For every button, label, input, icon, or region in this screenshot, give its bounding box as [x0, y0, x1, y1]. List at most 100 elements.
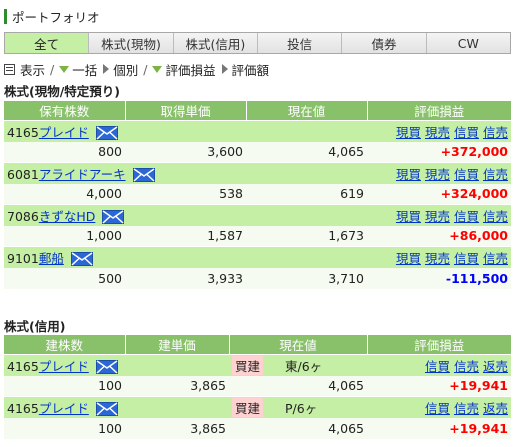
trade-action-link[interactable]: 信買 [425, 401, 450, 416]
trade-action-link[interactable]: 信買 [454, 167, 479, 182]
tab-cw[interactable]: CW [426, 33, 510, 53]
mail-alert-icon[interactable] [95, 402, 118, 417]
holding-value-row: 4,000 538 619 +324,000 [4, 183, 511, 205]
trade-action-link[interactable]: 信買 [454, 209, 479, 224]
stock-code: 9101 [7, 250, 39, 266]
bulk-view-option[interactable]: 一括 [72, 60, 97, 79]
col-header-pl: 評価損益 [367, 335, 511, 355]
mail-alert-icon[interactable] [95, 126, 118, 141]
margin-term: P/6ヶ [285, 400, 318, 416]
buy-position-badge: 買建 [232, 355, 264, 375]
trade-action-link[interactable]: 現買 [396, 167, 421, 182]
holding-name-cell: 9101郵船 [4, 246, 246, 268]
stock-name-link[interactable]: プレイド [39, 359, 89, 374]
valuation-option[interactable]: 評価額 [232, 60, 270, 79]
trade-action-link[interactable]: 現売 [425, 167, 450, 182]
stock-name-link[interactable]: きずなHD [39, 209, 96, 224]
col-header-price: 現在値 [246, 101, 368, 121]
stock-name-link[interactable]: アライドアーキ [39, 167, 126, 182]
col-header-cost: 取得単価 [125, 101, 247, 121]
position-type-cell: 買建 P/6ヶ [229, 396, 367, 418]
mail-alert-icon[interactable] [70, 252, 93, 267]
trade-action-link[interactable]: 信買 [425, 359, 450, 374]
trade-action-link[interactable]: 信売 [483, 167, 508, 182]
pl-value: +324,000 [367, 183, 511, 205]
individual-view-option[interactable]: 個別 [113, 60, 138, 79]
trade-action-link[interactable]: 信売 [483, 251, 508, 266]
stock-name-link[interactable]: 郵船 [39, 251, 64, 266]
pl-value: +86,000 [367, 225, 511, 247]
holding-value-row: 1,000 1,587 1,673 +86,000 [4, 225, 511, 247]
trade-action-link[interactable]: 現売 [425, 125, 450, 140]
holding-name-row: 9101郵船 現買 現売 信買 信売 [4, 246, 511, 268]
trade-action-link[interactable]: 現買 [396, 209, 421, 224]
position-value-row: 100 3,865 4,065 +19,941 [4, 417, 511, 439]
cost-value: 3,865 [125, 417, 229, 439]
mail-alert-icon[interactable] [102, 210, 125, 225]
position-name-row: 4165プレイド 買建 東/6ヶ 信買 信売 返売 [4, 354, 511, 376]
shares-value: 100 [4, 375, 125, 397]
col-header-position-shares: 建株数 [4, 335, 126, 355]
trade-action-link[interactable]: 信売 [483, 125, 508, 140]
holding-name-row: 6081アライドアーキ 現買 現売 信買 信売 [4, 162, 511, 184]
buy-position-badge: 買建 [232, 397, 264, 417]
trade-action-link[interactable]: 現売 [425, 251, 450, 266]
col-header-price: 現在値 [229, 335, 368, 355]
holding-name-row: 4165プレイド 現買 現売 信買 信売 [4, 120, 511, 142]
unrealized-pl-option[interactable]: 評価損益 [165, 60, 215, 79]
trade-action-link[interactable]: 信買 [454, 125, 479, 140]
holding-value-row: 800 3,600 4,065 +372,000 [4, 141, 511, 163]
stock-name-link[interactable]: プレイド [39, 125, 89, 140]
trade-action-link[interactable]: 信売 [454, 359, 479, 374]
pl-value: +372,000 [367, 141, 511, 163]
page-title: ポートフォリオ [12, 9, 100, 25]
shares-value: 1,000 [4, 225, 125, 247]
mail-alert-icon[interactable] [132, 168, 155, 183]
empty-cell [246, 120, 367, 142]
holding-value-row: 500 3,933 3,710 -111,500 [4, 267, 511, 289]
trade-action-link[interactable]: 信売 [454, 401, 479, 416]
tab-funds[interactable]: 投信 [257, 33, 343, 53]
table-header-row: 保有株数 取得単価 現在値 評価損益 [4, 101, 511, 121]
tab-all[interactable]: 全て [5, 33, 90, 53]
cash-holdings-table: 保有株数 取得単価 現在値 評価損益 4165プレイド 現買 現売 信買 信売 800 3,… [4, 101, 511, 289]
tab-stock-cash[interactable]: 株式(現物) [89, 33, 174, 53]
holding-name-row: 7086きずなHD 現買 現売 信買 信売 [4, 204, 511, 226]
display-label: 表示 [20, 62, 46, 78]
position-name-cell: 4165プレイド [4, 396, 229, 418]
trade-action-link[interactable]: 信売 [483, 209, 508, 224]
holding-name-cell: 6081アライドアーキ [4, 162, 246, 184]
trade-actions: 信買 信売 返売 [367, 354, 511, 376]
price-value: 619 [246, 183, 367, 205]
stock-name-link[interactable]: プレイド [39, 401, 89, 416]
header-accent-bar [4, 8, 7, 24]
shares-value: 100 [4, 417, 125, 439]
col-header-position-cost: 建単価 [125, 335, 230, 355]
slash-separator: / [50, 61, 55, 77]
trade-actions: 現買 現売 信買 信売 [367, 120, 511, 142]
pl-value: +19,941 [367, 417, 511, 439]
col-header-shares: 保有株数 [4, 101, 126, 121]
portfolio-header: ポートフォリオ [4, 5, 511, 27]
cost-value: 1,587 [125, 225, 246, 247]
holding-name-cell: 4165プレイド [4, 120, 246, 142]
selected-triangle-icon [152, 65, 163, 73]
asset-tabs: 全て 株式(現物) 株式(信用) 投信 債券 CW [4, 32, 511, 54]
tab-bonds[interactable]: 債券 [342, 33, 427, 53]
price-value: 4,065 [229, 417, 367, 439]
cost-value: 3,600 [125, 141, 246, 163]
price-value: 4,065 [246, 141, 367, 163]
trade-action-link[interactable]: 現買 [396, 251, 421, 266]
slash-separator: / [143, 61, 148, 77]
stock-code: 4165 [7, 400, 39, 416]
price-value: 1,673 [246, 225, 367, 247]
trade-action-link[interactable]: 返売 [483, 359, 508, 374]
tab-stock-margin[interactable]: 株式(信用) [173, 33, 258, 53]
trade-actions: 現買 現売 信買 信売 [367, 162, 511, 184]
stock-code: 6081 [7, 166, 39, 182]
mail-alert-icon[interactable] [95, 360, 118, 375]
trade-action-link[interactable]: 現買 [396, 125, 421, 140]
trade-action-link[interactable]: 現売 [425, 209, 450, 224]
trade-action-link[interactable]: 返売 [483, 401, 508, 416]
trade-action-link[interactable]: 信買 [454, 251, 479, 266]
